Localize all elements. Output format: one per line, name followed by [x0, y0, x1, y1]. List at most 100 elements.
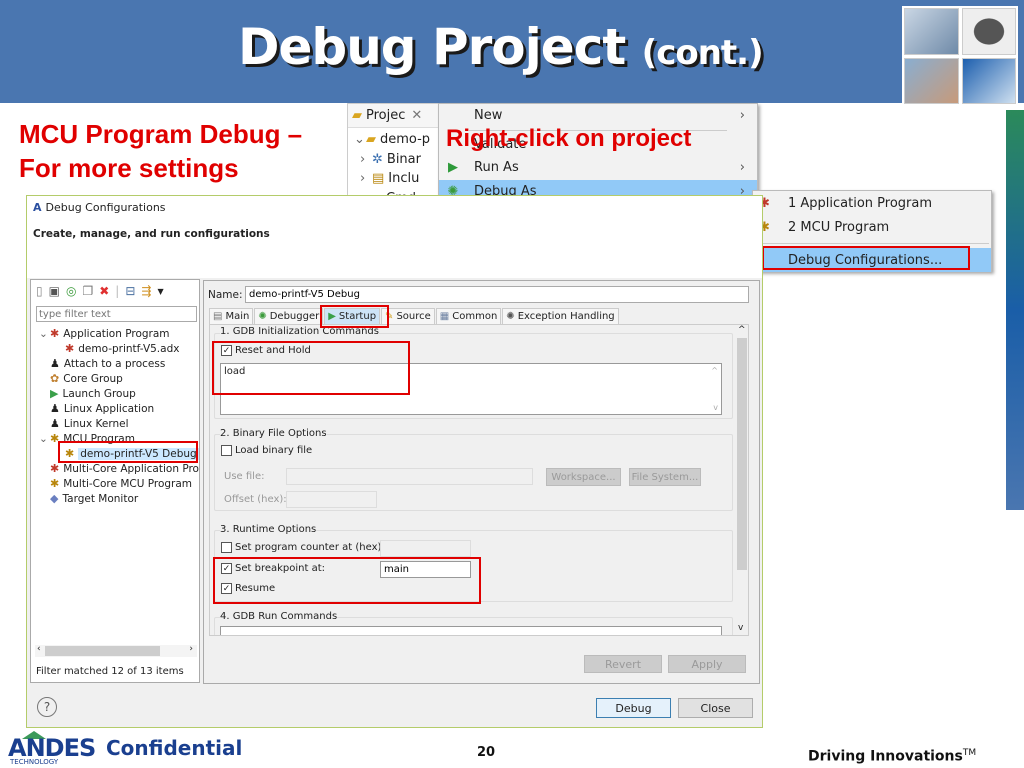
set-breakpoint-checkbox[interactable]: ✓ Set breakpoint at: — [221, 563, 325, 574]
apply-button[interactable]: Apply — [668, 655, 746, 673]
checkbox-checked-icon: ✓ — [221, 345, 232, 356]
filter-icon[interactable]: ⇶ — [141, 284, 151, 298]
menu-item-debug-configurations[interactable]: Debug Configurations... — [753, 248, 991, 272]
name-input[interactable] — [245, 286, 749, 303]
config-tree-item[interactable]: ♟ Linux Application — [39, 401, 154, 416]
menu-item-mcu-program[interactable]: ✱ 2 MCU Program — [753, 215, 991, 239]
horizontal-scrollbar[interactable]: ‹ › — [35, 644, 197, 657]
dialog-title: A Debug Configurations — [33, 201, 166, 214]
resume-checkbox[interactable]: ✓ Resume — [221, 583, 275, 594]
revert-button[interactable]: Revert — [584, 655, 662, 673]
config-tree-item[interactable]: ⌄ ✱ Application Program — [39, 326, 170, 341]
config-tree-item[interactable]: ◆ Target Monitor — [39, 491, 138, 506]
tab-exception-handling[interactable]: ✺ Exception Handling — [502, 308, 619, 324]
file-system-button[interactable]: File System... — [629, 468, 701, 486]
tree-item-label: Target Monitor — [62, 492, 139, 505]
set-pc-checkbox[interactable]: Set program counter at (hex): — [221, 542, 385, 553]
pc-input[interactable] — [380, 540, 471, 557]
tab-label: Common — [452, 311, 498, 322]
tree-item-label: Linux Application — [63, 402, 155, 415]
configuration-editor: Name: ▤Main✺Debugger▶Startup✎Source▦Comm… — [203, 280, 760, 684]
scroll-down-icon[interactable]: v — [713, 403, 718, 412]
view-menu-icon[interactable]: ▼ — [157, 287, 163, 296]
breakpoint-input[interactable] — [380, 561, 471, 578]
includes-icon: ▤ — [372, 171, 385, 187]
config-tree-item[interactable]: ✱ demo-printf-V5.adx — [65, 341, 179, 356]
init-commands-textarea[interactable]: load ^ v — [220, 363, 722, 415]
export-icon[interactable]: ◎ — [66, 284, 76, 298]
scroll-thumb[interactable] — [45, 646, 160, 656]
scroll-thumb[interactable] — [737, 338, 747, 570]
delete-icon[interactable]: ✖ — [99, 284, 109, 298]
title-main: Debug Project — [238, 18, 626, 76]
tab-debugger[interactable]: ✺ Debugger — [254, 308, 324, 324]
config-tree-item[interactable]: ♟ Attach to a process — [39, 356, 165, 371]
collapse-all-icon[interactable]: ⊟ — [125, 284, 135, 298]
andes-logo: ANDES TECHNOLOGY — [8, 731, 108, 767]
file-icon: ▤ — [213, 311, 223, 322]
new-prototype-icon[interactable]: ▣ — [49, 284, 60, 298]
config-tree-item[interactable]: ♟ Linux Kernel — [39, 416, 129, 431]
tree-item-label: Launch Group — [62, 387, 136, 400]
run-icon: ▶ — [328, 311, 336, 322]
dialog-title-text: Debug Configurations — [45, 201, 166, 214]
config-tree-item[interactable]: ▶ Launch Group — [39, 386, 136, 401]
menu-item-application-program[interactable]: ✱ 1 Application Program — [753, 191, 991, 215]
penguin-icon: ♟ — [50, 357, 60, 370]
bug-yellow-icon: ✱ — [65, 447, 75, 460]
scroll-left-icon[interactable]: ‹ — [37, 644, 41, 654]
filter-input[interactable] — [36, 306, 197, 322]
run-commands-textarea[interactable] — [220, 626, 722, 635]
source-icon: ✎ — [385, 311, 394, 322]
decorative-stripe — [1006, 110, 1024, 510]
chevron-right-icon[interactable]: › — [360, 171, 372, 186]
duplicate-icon[interactable]: ❐ — [82, 284, 93, 298]
context-menu-item-run-as[interactable]: ▶ Run As › — [439, 156, 757, 180]
project-tree-item[interactable]: ⌄ ▰ demo-p — [348, 130, 441, 150]
chip-photo — [961, 8, 1016, 55]
close-icon[interactable]: ✕ — [411, 108, 422, 123]
scroll-down-icon[interactable]: v — [738, 623, 743, 633]
project-explorer-tab[interactable]: ▰ Projec ✕ — [348, 104, 441, 128]
filter-status: Filter matched 12 of 13 items — [36, 666, 184, 677]
vertical-scrollbar[interactable]: ^ v — [735, 325, 748, 635]
config-tree-item[interactable]: ✱ Multi-Core Application Pro — [39, 461, 199, 476]
tagline-text: Driving Innovations — [808, 748, 963, 765]
chevron-down-icon[interactable]: ⌄ — [39, 433, 50, 445]
workspace-button[interactable]: Workspace... — [546, 468, 621, 486]
config-tree-item[interactable]: ⌄ ✱ MCU Program — [39, 431, 135, 446]
tab-main[interactable]: ▤ Main — [209, 308, 254, 324]
chevron-right-icon[interactable]: › — [360, 152, 372, 167]
close-button[interactable]: Close — [678, 698, 753, 718]
scroll-right-icon[interactable]: › — [189, 644, 193, 654]
menu-label: Debug Configurations... — [788, 252, 943, 268]
scroll-up-icon[interactable]: ^ — [738, 325, 746, 335]
help-icon[interactable]: ? — [37, 697, 57, 717]
chevron-down-icon[interactable]: ⌄ — [354, 132, 366, 147]
reset-hold-checkbox[interactable]: ✓ Reset and Hold — [221, 345, 311, 356]
chevron-down-icon[interactable]: ⌄ — [39, 328, 50, 340]
context-menu-item-new[interactable]: New › — [439, 104, 757, 128]
scroll-up-icon[interactable]: ^ — [711, 366, 718, 375]
tree-item-label: Multi-Core MCU Program — [63, 477, 193, 490]
project-tree-item[interactable]: › ✲ Binar — [348, 150, 441, 170]
c-project-icon: ▰ — [366, 132, 376, 148]
tree-item-label: Core Group — [63, 372, 123, 385]
phone-photo — [904, 57, 959, 104]
config-tree-item[interactable]: ✿ Core Group — [39, 371, 123, 386]
debug-button[interactable]: Debug — [596, 698, 671, 718]
load-binary-checkbox[interactable]: Load binary file — [221, 445, 312, 456]
project-tree-item[interactable]: › ▤ Inclu — [348, 169, 441, 189]
tab-source[interactable]: ✎ Source — [381, 308, 435, 324]
config-tree-item[interactable]: ✱ Multi-Core MCU Program — [39, 476, 192, 491]
tab-common[interactable]: ▦ Common — [435, 308, 502, 324]
tab-startup[interactable]: ▶ Startup — [324, 308, 381, 324]
debug-icon: ✺ — [258, 311, 267, 322]
config-tree-item[interactable]: ✱ demo-printf-V5 Debug — [65, 446, 199, 461]
brand-sub: TECHNOLOGY — [10, 758, 59, 766]
offset-input[interactable] — [286, 491, 377, 508]
confidential-label: Confidential — [106, 736, 243, 760]
use-file-input[interactable] — [286, 468, 533, 485]
menu-label: Run As — [474, 160, 519, 176]
new-config-icon[interactable]: ▯ — [36, 284, 43, 298]
